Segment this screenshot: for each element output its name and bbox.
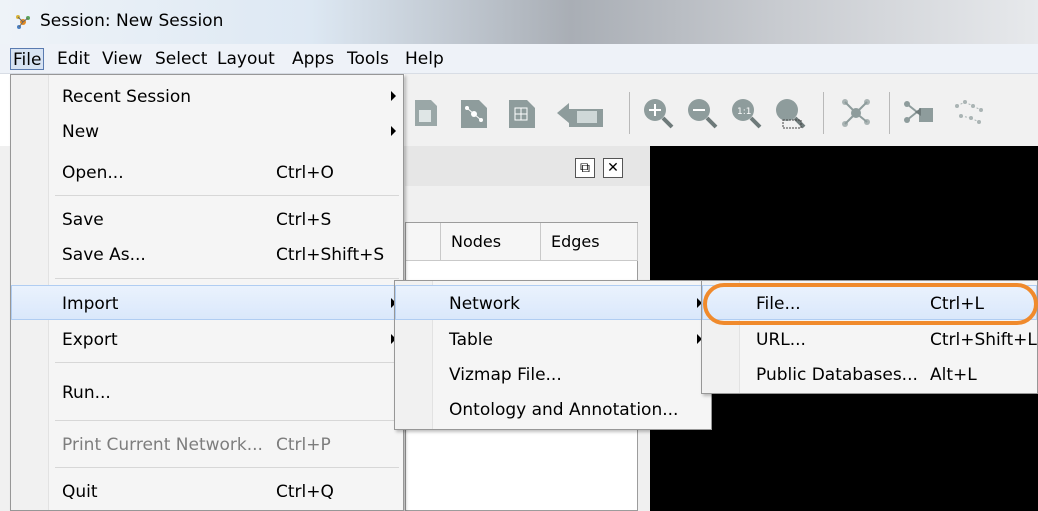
menu-item-label: Save As...	[62, 245, 146, 265]
svg-text:1:1: 1:1	[737, 107, 751, 117]
menu-file[interactable]: File	[10, 48, 45, 70]
menu-item-shortcut: Alt+L	[930, 365, 977, 385]
hide-selected-icon[interactable]	[951, 96, 985, 130]
toolbar-separator	[629, 92, 630, 134]
menu-item-label: Public Databases...	[756, 365, 918, 385]
menu-item-import-network-url[interactable]: URL... Ctrl+Shift+L	[702, 322, 1037, 357]
menu-item-table[interactable]: Table	[395, 322, 711, 357]
menu-item-save[interactable]: Save Ctrl+S	[11, 202, 403, 237]
menu-item-recent-session[interactable]: Recent Session	[11, 79, 403, 114]
menu-bar: File Edit View Select Layout Apps Tools …	[0, 44, 1038, 74]
menu-separator	[55, 420, 399, 421]
table-column-header[interactable]	[406, 223, 441, 261]
menu-item-save-as[interactable]: Save As... Ctrl+Shift+S	[11, 237, 403, 272]
menu-item-run[interactable]: Run...	[11, 375, 403, 410]
menu-item-shortcut: Ctrl+O	[276, 163, 334, 183]
import-network-icon[interactable]	[457, 96, 491, 130]
menu-item-label: Run...	[62, 383, 111, 403]
menu-item-new[interactable]: New	[11, 114, 403, 149]
menu-item-vizmap-file[interactable]: Vizmap File...	[395, 357, 711, 392]
cytoscape-app-icon	[16, 15, 30, 29]
menu-item-label: Open...	[62, 163, 124, 183]
menu-item-shortcut: Ctrl+P	[276, 435, 331, 455]
menu-item-label: New	[62, 122, 100, 142]
menu-item-export[interactable]: Export	[11, 322, 403, 357]
menu-item-shortcut: Ctrl+Q	[276, 482, 334, 502]
menu-item-import-public-databases[interactable]: Public Databases... Alt+L	[702, 357, 1037, 392]
menu-item-label: Recent Session	[62, 87, 192, 107]
menu-item-label: Print Current Network...	[62, 435, 263, 455]
menu-item-print-current-network: Print Current Network... Ctrl+P	[11, 427, 403, 462]
table-column-nodes[interactable]: Nodes	[441, 223, 541, 261]
menu-separator	[55, 467, 399, 468]
menu-item-shortcut: Ctrl+S	[276, 210, 332, 230]
menu-separator	[55, 278, 399, 279]
menu-item-label: URL...	[756, 330, 806, 350]
new-network-from-selection-icon[interactable]	[901, 96, 935, 130]
menu-item-label: Export	[62, 330, 118, 350]
menu-item-label: Save	[62, 210, 104, 230]
toolbar: 1:1	[405, 74, 1038, 146]
toolbar-separator	[823, 92, 824, 134]
float-panel-icon[interactable]: ⧉	[575, 158, 595, 178]
menu-item-label: Network	[449, 294, 520, 314]
menu-item-quit[interactable]: Quit Ctrl+Q	[11, 474, 403, 509]
table-column-edges[interactable]: Edges	[541, 223, 638, 261]
close-panel-icon[interactable]: ✕	[603, 158, 623, 178]
menu-tools[interactable]: Tools	[345, 48, 391, 70]
menu-separator	[55, 362, 399, 363]
submenu-arrow-icon	[391, 126, 396, 136]
import-submenu: Network Table Vizmap File... Ontology an…	[394, 280, 712, 430]
import-table-icon[interactable]	[409, 96, 443, 130]
menu-layout[interactable]: Layout	[215, 48, 277, 70]
menu-item-import[interactable]: Import	[11, 285, 403, 320]
menu-item-label: Import	[62, 294, 119, 314]
menu-edit[interactable]: Edit	[55, 48, 92, 70]
zoom-fit-icon[interactable]: 1:1	[729, 96, 763, 130]
zoom-in-icon[interactable]	[641, 96, 675, 130]
zoom-out-icon[interactable]	[685, 96, 719, 130]
highlight-annotation-ring	[703, 283, 1038, 325]
menu-apps[interactable]: Apps	[290, 48, 336, 70]
submenu-arrow-icon	[391, 91, 396, 101]
menu-item-label: Ontology and Annotation...	[449, 400, 679, 420]
menu-item-shortcut: Ctrl+Shift+S	[276, 245, 385, 265]
menu-separator	[55, 195, 399, 196]
menu-item-ontology-and-annotation[interactable]: Ontology and Annotation...	[395, 392, 711, 427]
toolbar-separator	[889, 92, 890, 134]
control-panel-header: ⧉ ✕	[405, 146, 650, 186]
zoom-selected-icon[interactable]	[773, 96, 807, 130]
menu-item-network[interactable]: Network	[395, 285, 711, 320]
menu-view[interactable]: View	[100, 48, 144, 70]
menu-item-label: Quit	[62, 482, 98, 502]
import-table-file-icon[interactable]	[505, 96, 539, 130]
menu-item-label: Table	[449, 330, 493, 350]
menu-item-open[interactable]: Open... Ctrl+O	[11, 155, 403, 190]
menu-item-label: Vizmap File...	[449, 365, 562, 385]
title-bar: Session: New Session	[0, 0, 1038, 44]
menu-select[interactable]: Select	[153, 48, 209, 70]
file-menu: Recent Session New Open... Ctrl+O Save C…	[10, 74, 404, 511]
menu-item-shortcut: Ctrl+Shift+L	[930, 330, 1037, 350]
export-image-icon[interactable]	[555, 96, 605, 130]
window-title: Session: New Session	[40, 11, 224, 31]
first-neighbors-icon[interactable]	[839, 96, 873, 130]
menu-help[interactable]: Help	[403, 48, 446, 70]
